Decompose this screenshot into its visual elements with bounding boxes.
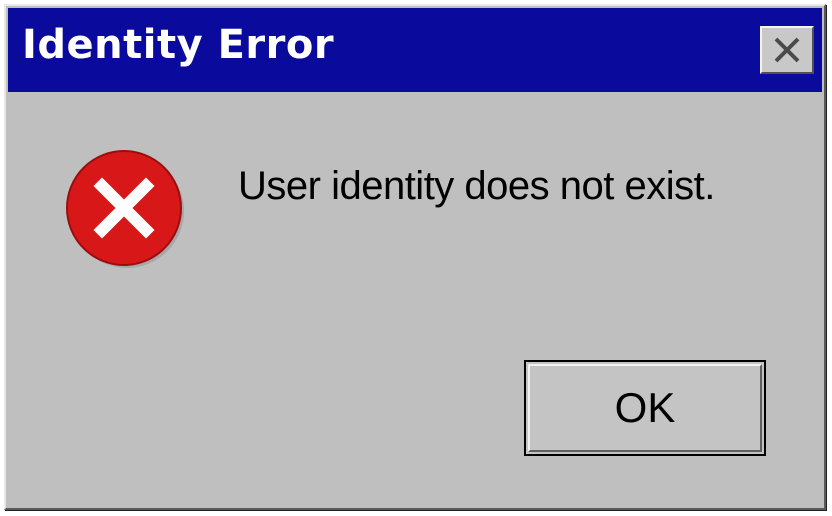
error-message: User identity does not exist. [238,164,715,208]
close-button[interactable] [760,26,814,74]
ok-button-label: OK [528,364,762,452]
error-dialog: Identity Error User identity does not ex… [4,4,826,510]
window-title: Identity Error [22,22,335,68]
close-icon [770,35,804,65]
title-bar[interactable]: Identity Error [8,8,822,92]
ok-button[interactable]: OK [524,360,766,456]
error-icon [62,146,186,270]
